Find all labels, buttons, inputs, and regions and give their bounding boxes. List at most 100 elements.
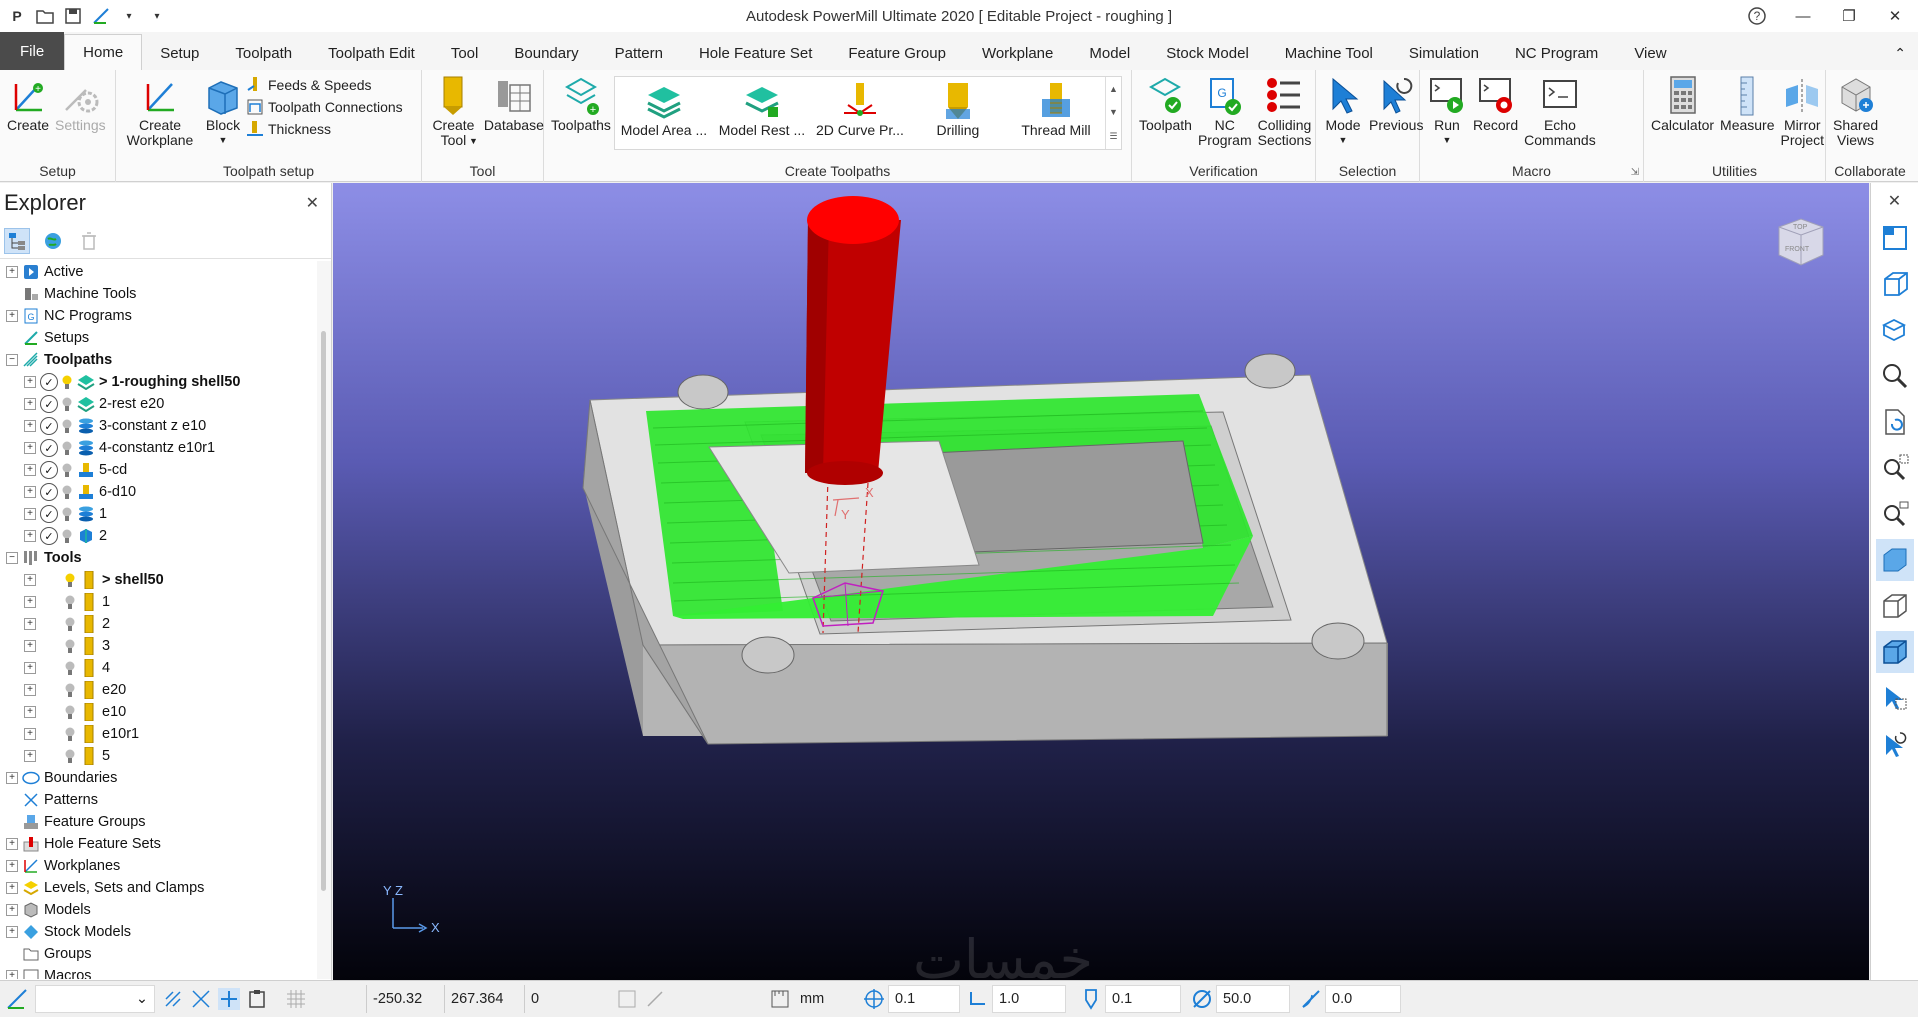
tool-item[interactable]: + e10r1 xyxy=(0,723,318,745)
tab-view[interactable]: View xyxy=(1616,36,1684,70)
workplane-select[interactable]: ⌄ xyxy=(35,985,155,1013)
stepover-input[interactable]: 0.0 xyxy=(1325,985,1401,1013)
toolpath-item[interactable]: + ✓ 5-cd xyxy=(0,459,318,481)
tree-item-tools[interactable]: − Tools xyxy=(0,547,318,569)
verify-toolpath-button[interactable]: Toolpath xyxy=(1136,72,1195,135)
check-icon[interactable]: ✓ xyxy=(40,505,58,523)
close-icon[interactable]: ✕ xyxy=(1872,0,1918,32)
expand-icon[interactable]: + xyxy=(24,662,36,674)
tree-item-machine-tools[interactable]: Machine Tools xyxy=(0,283,318,305)
check-icon[interactable]: ✓ xyxy=(40,527,58,545)
tool-item[interactable]: + e10 xyxy=(0,701,318,723)
macro-launcher-icon[interactable]: ⇲ xyxy=(1631,167,1639,178)
zoom-box-button[interactable] xyxy=(1876,447,1914,489)
expand-icon[interactable]: + xyxy=(6,772,18,784)
verify-nc-program-button[interactable]: G NC Program xyxy=(1195,72,1255,150)
tab-hole-feature-set[interactable]: Hole Feature Set xyxy=(681,36,830,70)
lightbulb-off-icon[interactable] xyxy=(61,527,73,545)
toolpath-item[interactable]: + ✓ 2 xyxy=(0,525,318,547)
tree-item-models[interactable]: + Models xyxy=(0,899,318,921)
expand-icon[interactable]: + xyxy=(24,596,36,608)
lightbulb-off-icon[interactable] xyxy=(64,725,76,743)
tab-nc-program[interactable]: NC Program xyxy=(1497,36,1616,70)
snap-icon[interactable] xyxy=(162,988,184,1010)
tree-item-macros[interactable]: + Macros xyxy=(0,965,318,979)
tree-view-icon[interactable] xyxy=(4,227,30,254)
view-rotate-button[interactable] xyxy=(1876,309,1914,351)
tab-home[interactable]: Home xyxy=(64,34,143,70)
lightbulb-off-icon[interactable] xyxy=(64,637,76,655)
tree-item-groups[interactable]: Groups xyxy=(0,943,318,965)
explorer-close-icon[interactable]: ✕ xyxy=(306,193,319,213)
toolpath-item[interactable]: + ✓ 1 xyxy=(0,503,318,525)
toolpath-item[interactable]: + ✓ 2-rest e20 xyxy=(0,393,318,415)
toolpath-item[interactable]: + ✓ 4-constantz e10r1 xyxy=(0,437,318,459)
toolpath-connections-button[interactable]: Toolpath Connections xyxy=(246,98,403,116)
tab-toolpath[interactable]: Toolpath xyxy=(217,36,310,70)
tab-boundary[interactable]: Boundary xyxy=(496,36,596,70)
tree-item-toolpaths[interactable]: − Toolpaths xyxy=(0,349,318,371)
expand-icon[interactable]: + xyxy=(24,684,36,696)
thickness-button[interactable]: Thickness xyxy=(246,120,403,138)
check-icon[interactable]: ✓ xyxy=(40,373,58,391)
expand-icon[interactable]: + xyxy=(24,398,36,410)
gallery-scroll[interactable]: ▲ ▼ ☰ xyxy=(1104,77,1121,149)
relative-mode-icon[interactable] xyxy=(644,988,666,1010)
lightbulb-off-icon[interactable] xyxy=(64,703,76,721)
tab-setup[interactable]: Setup xyxy=(142,36,217,70)
tab-feature-group[interactable]: Feature Group xyxy=(830,36,964,70)
tree-item-hole-feature-sets[interactable]: + Hole Feature Sets xyxy=(0,833,318,855)
feeds-speeds-button[interactable]: Feeds & Speeds xyxy=(246,76,403,94)
settings-button[interactable]: Settings xyxy=(52,72,109,135)
tolerance-input[interactable]: 0.1 xyxy=(888,985,960,1013)
view-toolbar-close-icon[interactable]: ✕ xyxy=(1888,191,1901,211)
factor-icon[interactable] xyxy=(967,988,989,1010)
expand-icon[interactable]: + xyxy=(24,420,36,432)
view-cube-front[interactable]: FRONT xyxy=(1785,246,1810,253)
run-macro-button[interactable]: Run ▼ xyxy=(1424,72,1470,150)
database-button[interactable]: Database xyxy=(481,72,547,135)
app-logo[interactable]: P xyxy=(6,5,28,27)
lightbulb-off-icon[interactable] xyxy=(61,483,73,501)
tool-item[interactable]: + 5 xyxy=(0,745,318,767)
lightbulb-on-icon[interactable] xyxy=(61,373,73,391)
diameter-input[interactable]: 50.0 xyxy=(1216,985,1290,1013)
zoom-fit-button[interactable] xyxy=(1876,493,1914,535)
expand-icon[interactable]: + xyxy=(24,530,36,542)
gallery-down-icon[interactable]: ▼ xyxy=(1109,107,1118,117)
explorer-scrollbar[interactable] xyxy=(317,261,331,979)
tree-item-levels-sets-clamps[interactable]: + Levels, Sets and Clamps xyxy=(0,877,318,899)
gallery-thread-mill-button[interactable]: Thread Mill xyxy=(1007,77,1105,149)
expand-icon[interactable]: + xyxy=(24,706,36,718)
select-button[interactable] xyxy=(1876,677,1914,719)
expand-icon[interactable]: + xyxy=(6,310,18,322)
refresh-button[interactable] xyxy=(1876,401,1914,443)
view-cube-wire-button[interactable] xyxy=(1876,263,1914,305)
check-icon[interactable]: ✓ xyxy=(40,417,58,435)
minimize-icon[interactable]: — xyxy=(1780,0,1826,32)
lightbulb-off-icon[interactable] xyxy=(61,395,73,413)
check-icon[interactable]: ✓ xyxy=(40,439,58,457)
expand-icon[interactable]: + xyxy=(24,640,36,652)
toolpath-item[interactable]: + ✓ 6-d10 xyxy=(0,481,318,503)
check-icon[interactable]: ✓ xyxy=(40,395,58,413)
echo-commands-button[interactable]: Echo Commands xyxy=(1521,72,1599,150)
lightbulb-on-icon[interactable] xyxy=(64,571,76,589)
lightbulb-off-icon[interactable] xyxy=(64,681,76,699)
gallery-drilling-button[interactable]: Drilling xyxy=(909,77,1007,149)
thickness-input[interactable]: 0.1 xyxy=(1105,985,1181,1013)
wireframe-view-button[interactable] xyxy=(1876,585,1914,627)
tree-item-setups[interactable]: Setups xyxy=(0,327,318,349)
previous-selection-button[interactable]: Previous xyxy=(1366,72,1426,135)
view-cube[interactable]: TOP FRONT xyxy=(1771,213,1831,276)
tab-file[interactable]: File xyxy=(0,32,65,70)
check-icon[interactable]: ✓ xyxy=(40,483,58,501)
lightbulb-off-icon[interactable] xyxy=(64,593,76,611)
open-folder-icon[interactable] xyxy=(34,5,56,27)
shaded-view-button[interactable] xyxy=(1875,539,1914,581)
create-workplane-button[interactable]: Create Workplane xyxy=(120,72,200,150)
expand-icon[interactable]: + xyxy=(24,750,36,762)
tree-item-stock-models[interactable]: + Stock Models xyxy=(0,921,318,943)
gallery-2d-curve-button[interactable]: 2D Curve Pr... xyxy=(811,77,909,149)
tool-item[interactable]: + 2 xyxy=(0,613,318,635)
